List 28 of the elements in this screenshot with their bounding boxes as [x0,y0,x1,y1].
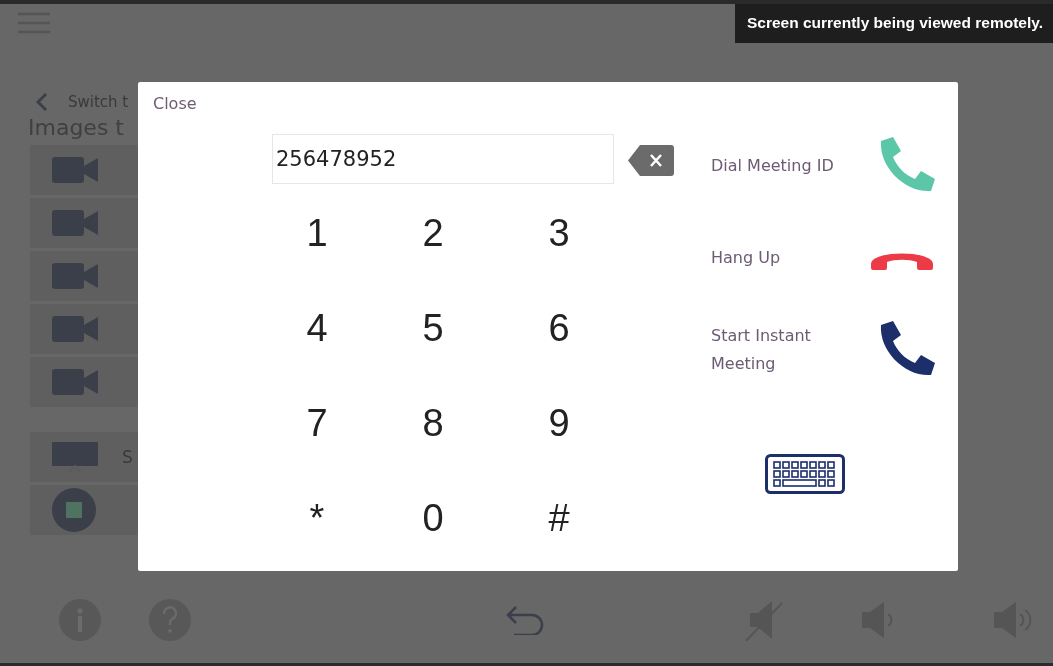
keypad-key[interactable]: 8 [422,402,444,445]
keypad-key[interactable]: # [548,497,570,540]
action-label: Start Instant Meeting [710,325,812,375]
keypad-key[interactable]: 3 [548,212,570,255]
video-camera-icon [52,316,98,342]
keypad-key[interactable]: 4 [306,307,328,350]
keypad-key[interactable]: 5 [422,307,444,350]
remote-view-banner: Screen currently being viewed remotely. [734,4,1053,43]
undo-icon[interactable] [506,605,544,635]
meeting-id-field[interactable]: 256478952 [272,134,614,184]
keypad-key[interactable]: 1 [306,212,328,255]
action-label: Hang Up [710,247,782,269]
keypad-key[interactable]: 0 [422,497,444,540]
keypad-key[interactable]: 7 [306,402,328,445]
video-camera-icon [52,157,98,183]
keypad-key[interactable]: 2 [422,212,444,255]
back-chevron-icon[interactable] [36,92,48,112]
video-camera-icon [52,210,98,236]
backspace-icon[interactable] [628,145,674,176]
action-label: Dial Meeting ID [710,155,835,177]
keypad-key[interactable]: 9 [548,402,570,445]
keypad-key[interactable]: 6 [548,307,570,350]
keypad-key[interactable]: * [309,497,325,540]
video-camera-icon [52,369,98,395]
keyboard-icon[interactable] [765,454,845,494]
close-button[interactable]: Close [153,94,197,113]
video-camera-icon [52,263,98,289]
stop-icon [52,488,96,532]
